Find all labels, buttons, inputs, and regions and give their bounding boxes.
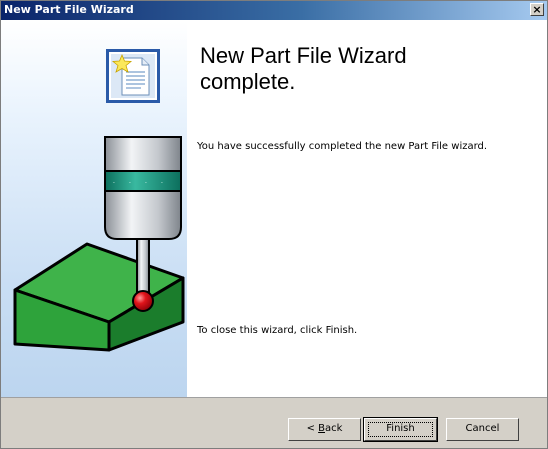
wizard-content: New Part File Wizard complete. You have … (187, 21, 547, 397)
cancel-button[interactable]: Cancel (446, 418, 519, 441)
button-bar: < Back Finish Cancel (1, 397, 547, 448)
page-title: New Part File Wizard complete. (200, 43, 407, 94)
wizard-side-panel: ---- (1, 21, 187, 397)
svg-text:-: - (129, 180, 131, 186)
close-icon: × (532, 3, 542, 16)
back-mnemonic: B (318, 423, 325, 434)
wizard-window: New Part File Wizard × - - - - New Part … (0, 0, 548, 449)
document-star-icon (106, 49, 160, 103)
svg-text:-: - (145, 180, 147, 186)
focus-rect (368, 422, 433, 437)
window-title: New Part File Wizard (4, 3, 134, 16)
title-bar[interactable]: New Part File Wizard × (1, 1, 547, 20)
cancel-label: Cancel (465, 423, 500, 434)
finish-button[interactable]: Finish (363, 417, 438, 442)
close-instruction: To close this wizard, click Finish. (197, 325, 358, 336)
probe-icon: ---- (104, 136, 182, 312)
completion-message: You have successfully completed the new … (197, 141, 488, 152)
back-prefix: < (306, 423, 319, 434)
svg-text:-: - (113, 180, 115, 186)
back-button[interactable]: < Back (288, 418, 361, 441)
close-button[interactable]: × (530, 3, 544, 16)
svg-text:-: - (161, 180, 163, 186)
back-label-rest: ack (325, 423, 343, 434)
